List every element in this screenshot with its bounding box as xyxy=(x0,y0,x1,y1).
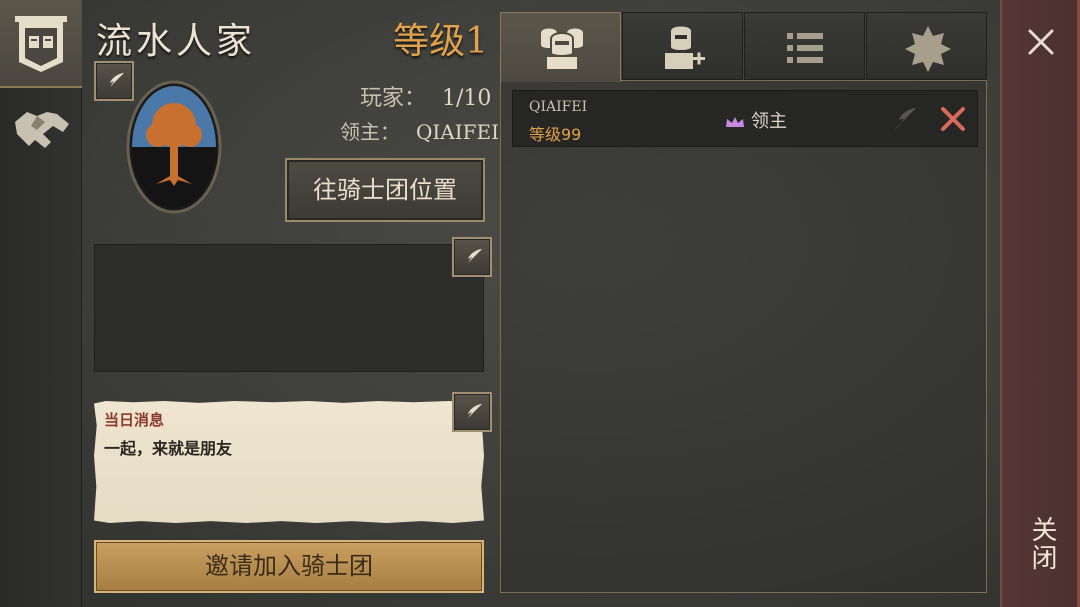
daily-message-box: 当日消息 一起，来就是朋友 xyxy=(94,401,484,523)
daily-message-title: 当日消息 xyxy=(104,411,165,429)
quill-icon xyxy=(464,404,482,422)
lord-label: 领主： xyxy=(340,120,400,144)
member-role: 领主 xyxy=(725,107,787,133)
left-tab-guild[interactable] xyxy=(0,0,82,88)
guild-name: 流水人家 xyxy=(96,21,257,62)
remove-member-icon[interactable] xyxy=(939,105,967,133)
players-label: 玩家： xyxy=(360,86,427,111)
guild-level: 等级1 xyxy=(393,21,488,62)
member-row[interactable]: QIAIFEI 等级99 领主 xyxy=(512,90,978,147)
add-member-icon xyxy=(665,26,705,69)
member-name: QIAIFEI xyxy=(529,99,588,115)
members-icon xyxy=(541,28,583,69)
quill-icon xyxy=(106,73,124,91)
badge-icon xyxy=(905,26,951,72)
close-bar[interactable]: 关闭 xyxy=(1000,0,1080,607)
quill-icon xyxy=(464,249,482,267)
tab-badge[interactable] xyxy=(866,12,987,80)
guild-banner-icon xyxy=(15,16,67,72)
edit-member-icon[interactable] xyxy=(891,105,919,133)
goto-guild-location-button[interactable]: 往骑士团位置 xyxy=(285,158,485,222)
players-value: 1/10 xyxy=(442,86,492,111)
tab-members[interactable] xyxy=(500,12,621,82)
edit-description-button[interactable] xyxy=(452,237,492,277)
member-role-label: 领主 xyxy=(751,111,787,132)
list-icon xyxy=(787,33,823,63)
guild-crest xyxy=(126,80,222,214)
players-row: 玩家： 1/10 xyxy=(360,80,491,112)
left-tab-strip xyxy=(0,0,82,607)
lord-row: 领主： QIAIFEI xyxy=(340,116,499,145)
daily-message-text: 一起，来就是朋友 xyxy=(104,439,233,458)
guild-description-box xyxy=(94,244,484,372)
edit-daily-message-button[interactable] xyxy=(452,392,492,432)
tab-recruit[interactable] xyxy=(622,12,743,80)
guild-tabbar xyxy=(500,12,987,82)
member-level: 等级99 xyxy=(529,125,582,144)
close-label[interactable]: 关闭 xyxy=(1026,516,1058,572)
tab-list[interactable] xyxy=(744,12,865,80)
member-list-panel xyxy=(500,80,987,593)
crown-icon xyxy=(726,117,744,127)
lord-value: QIAIFEI xyxy=(416,120,500,144)
close-icon[interactable] xyxy=(1027,28,1055,56)
left-tab-diplomacy[interactable] xyxy=(0,90,82,176)
invite-to-guild-button[interactable]: 邀请加入骑士团 xyxy=(94,540,484,593)
handshake-icon xyxy=(15,112,69,148)
